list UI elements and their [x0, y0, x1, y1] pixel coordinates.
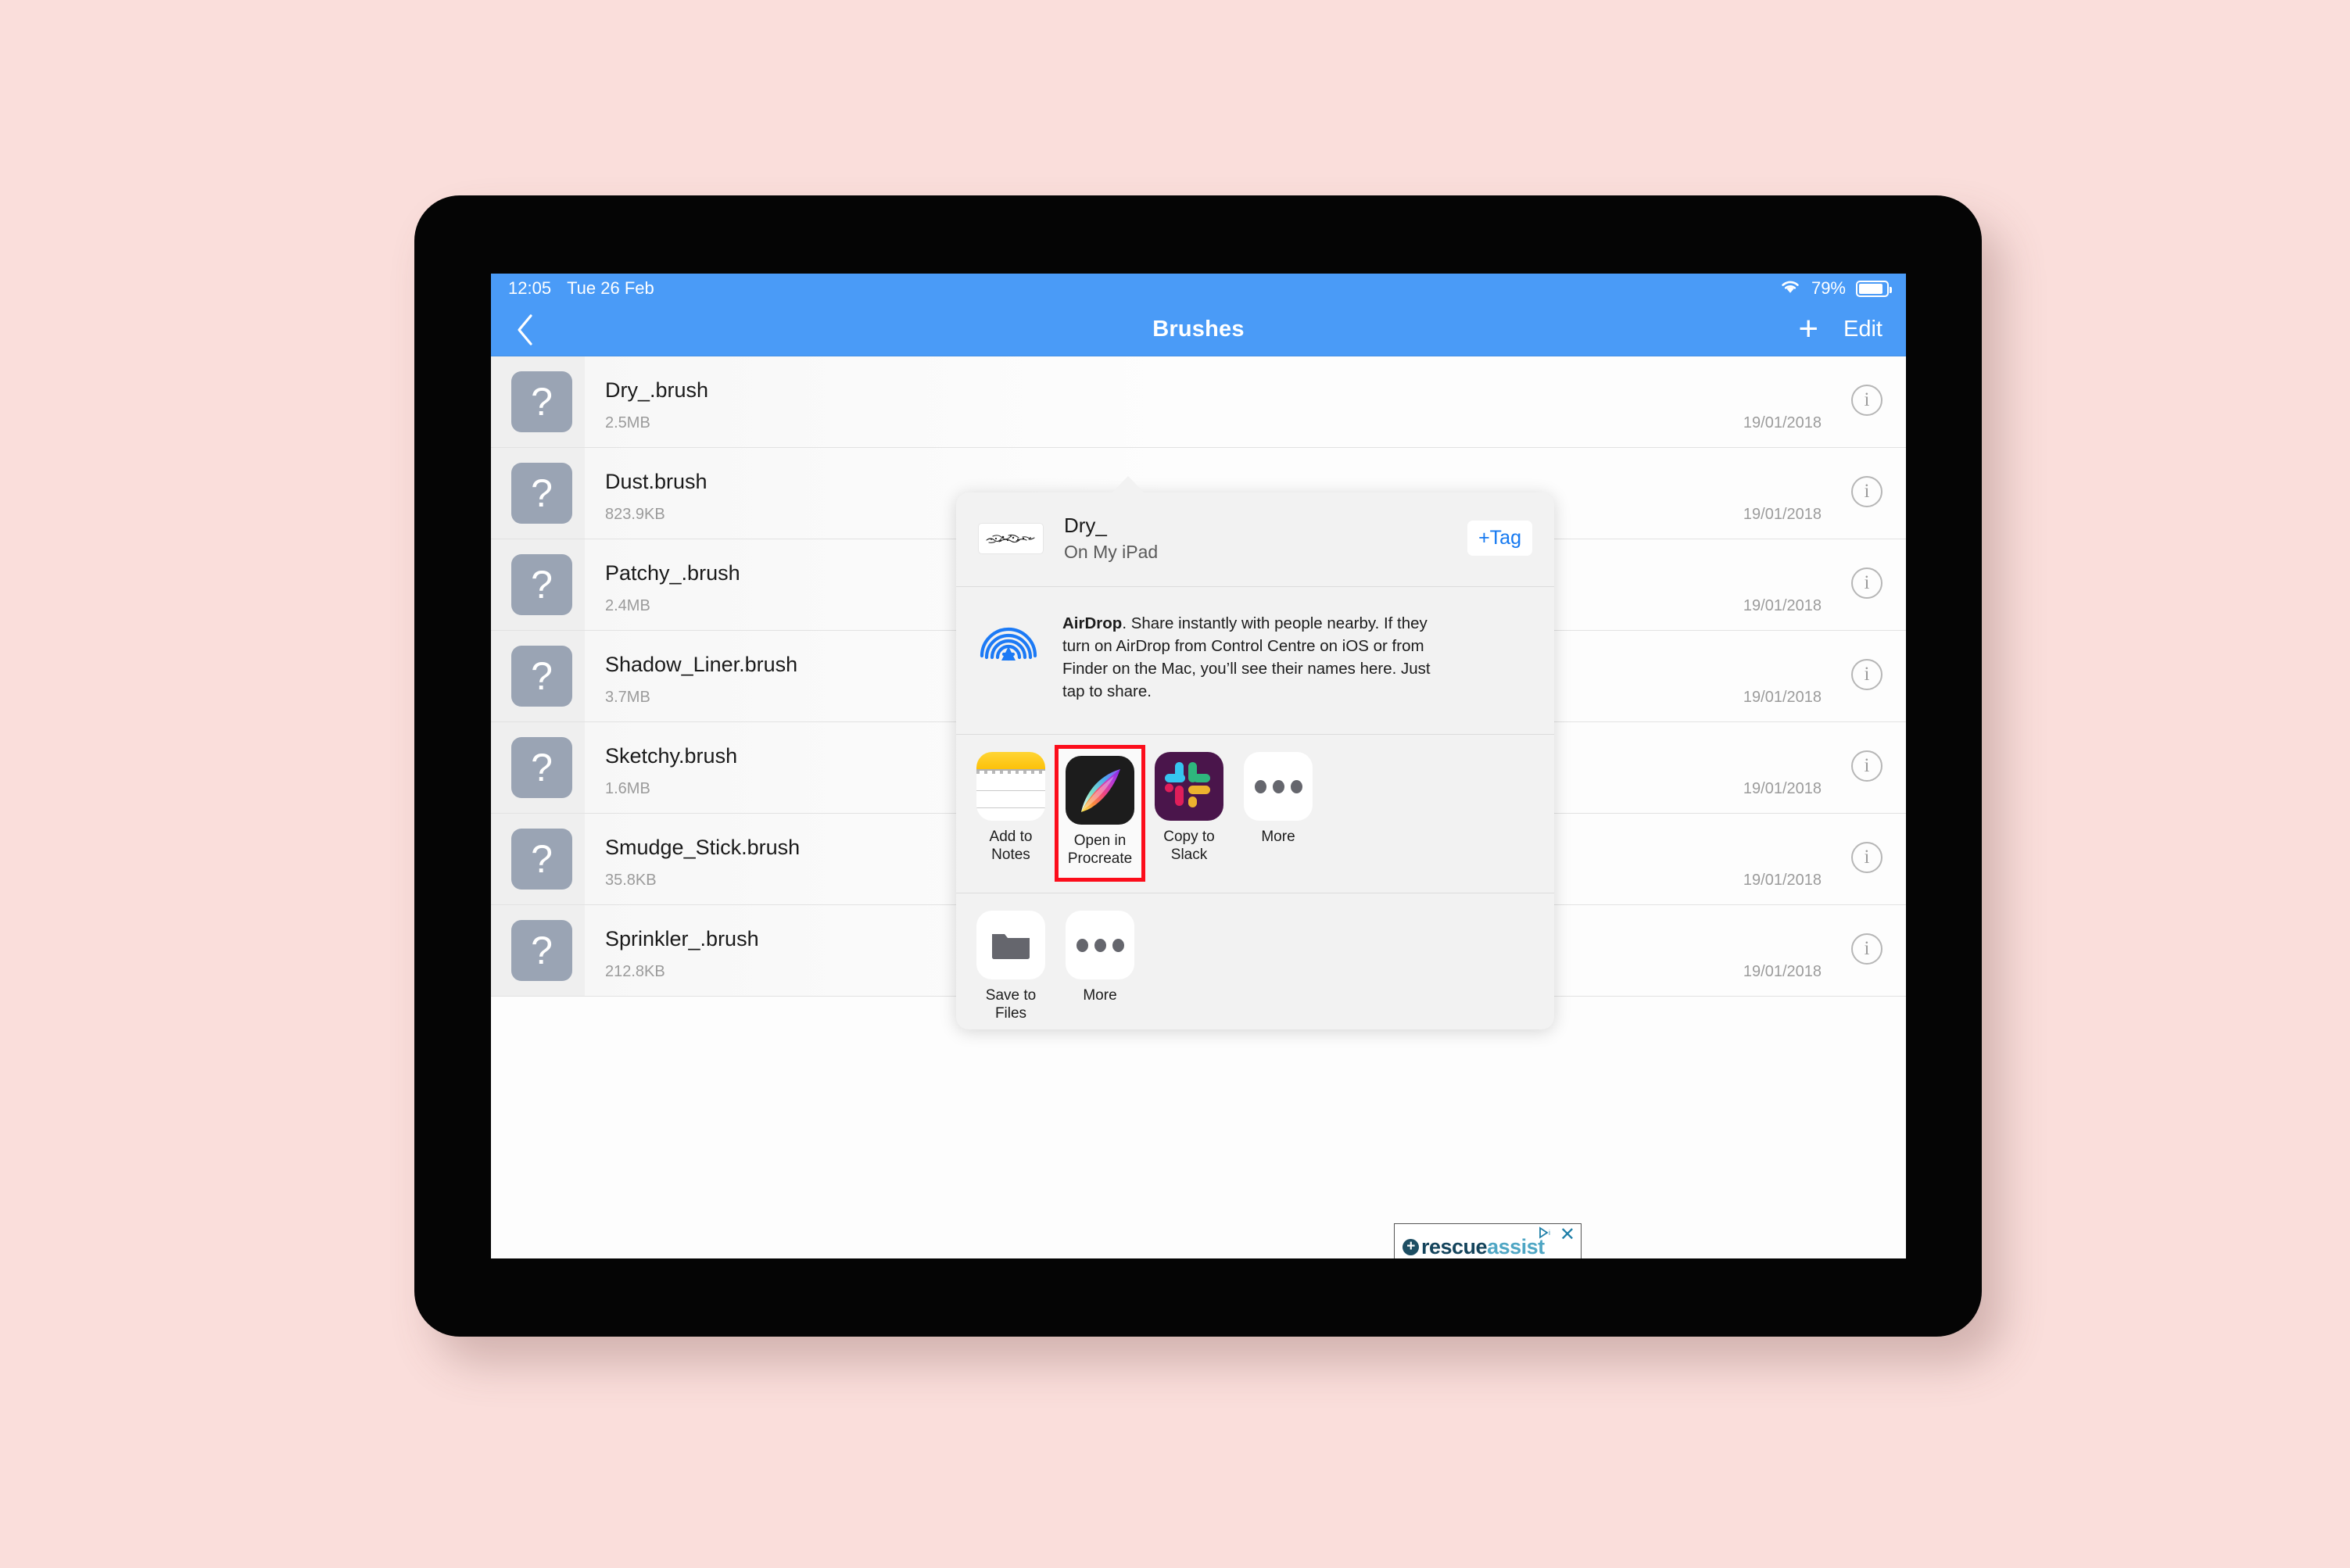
svg-text:i: i	[1549, 1229, 1550, 1237]
share-action-label: Open in Procreate	[1067, 832, 1133, 868]
file-thumbnail-icon: ?	[511, 463, 572, 524]
add-tag-button[interactable]: +Tag	[1467, 521, 1532, 556]
file-name: Sprinkler_.brush	[605, 927, 759, 950]
edit-button[interactable]: Edit	[1843, 317, 1883, 342]
file-size: 2.4MB	[605, 597, 650, 614]
file-thumbnail-icon: ?	[511, 737, 572, 798]
shared-document-location: On My iPad	[1064, 542, 1159, 562]
more-dots-icon	[1066, 911, 1134, 980]
page-title: Brushes	[1152, 317, 1245, 342]
share-action-more[interactable]: More	[1066, 911, 1134, 1023]
share-action-label: Add to Notes	[989, 829, 1033, 864]
table-row[interactable]: ? Dry_.brush 2.5MB 19/01/2018 i	[491, 356, 1906, 448]
ipad-screen: 12:05 Tue 26 Feb 79% Brushes + Edit ? Dr…	[491, 274, 1906, 1258]
add-button[interactable]: +	[1798, 312, 1818, 346]
file-size: 35.8KB	[605, 872, 657, 889]
advertisement-banner[interactable]: + rescue assist i ✕	[1394, 1223, 1582, 1258]
share-action-save-to-files[interactable]: Save to Files	[976, 911, 1045, 1023]
share-action-label: Copy to Slack	[1163, 829, 1215, 864]
shared-document-title: Dry_	[1064, 514, 1107, 537]
file-size: 823.9KB	[605, 506, 665, 523]
procreate-icon	[1066, 756, 1134, 825]
airdrop-icon	[978, 612, 1039, 677]
status-time: 12:05	[508, 278, 552, 298]
airdrop-name: AirDrop	[1062, 614, 1123, 632]
file-name: Dust.brush	[605, 470, 708, 493]
popover-arrow	[1111, 476, 1145, 494]
share-action-label: More	[1261, 829, 1295, 846]
ad-brand-secondary: assist	[1487, 1235, 1545, 1258]
ipad-device: 12:05 Tue 26 Feb 79% Brushes + Edit ? Dr…	[414, 195, 1982, 1337]
ad-brand-logo: + rescue assist	[1395, 1235, 1545, 1258]
ad-plus-icon: +	[1402, 1239, 1419, 1255]
info-button[interactable]: i	[1851, 567, 1883, 599]
battery-percent-label: 79%	[1811, 278, 1846, 298]
share-action-label: More	[1083, 987, 1117, 1004]
chevron-left-icon[interactable]	[514, 313, 535, 347]
share-actions-row: Save to Files More	[956, 893, 1554, 1029]
file-date: 19/01/2018	[1743, 414, 1822, 431]
battery-icon	[1856, 280, 1892, 297]
navigation-bar: Brushes + Edit	[491, 303, 1906, 356]
file-thumbnail-icon: ?	[511, 920, 572, 981]
file-thumbnail-icon: ?	[511, 646, 572, 707]
info-button[interactable]: i	[1851, 750, 1883, 782]
file-size: 1.6MB	[605, 780, 650, 797]
status-date: Tue 26 Feb	[567, 278, 654, 298]
folder-icon	[976, 911, 1045, 980]
share-app-actions-row: Add to Notes Open in Procreate Copy to Sla…	[956, 735, 1554, 894]
status-bar: 12:05 Tue 26 Feb 79%	[491, 274, 1906, 303]
slack-icon	[1155, 752, 1223, 822]
wifi-icon	[1779, 278, 1801, 299]
file-size: 2.5MB	[605, 414, 650, 431]
share-action-open-in-procreate[interactable]: Open in Procreate	[1055, 745, 1145, 882]
file-name: Shadow_Liner.brush	[605, 653, 798, 676]
file-date: 19/01/2018	[1743, 872, 1822, 889]
file-date: 19/01/2018	[1743, 506, 1822, 523]
info-button[interactable]: i	[1851, 933, 1883, 965]
file-date: 19/01/2018	[1743, 963, 1822, 980]
airdrop-section[interactable]: AirDrop. Share instantly with people nea…	[956, 587, 1554, 736]
share-action-copy-to-slack[interactable]: Copy to Slack	[1155, 752, 1223, 872]
file-size: 212.8KB	[605, 963, 665, 980]
share-action-label: Save to Files	[985, 987, 1037, 1022]
brush-stroke-thumbnail	[978, 522, 1044, 554]
file-date: 19/01/2018	[1743, 780, 1822, 797]
info-button[interactable]: i	[1851, 385, 1883, 416]
file-thumbnail-icon: ?	[511, 554, 572, 615]
file-date: 19/01/2018	[1743, 597, 1822, 614]
file-name: Patchy_.brush	[605, 561, 740, 585]
file-name: Smudge_Stick.brush	[605, 836, 801, 859]
share-action-add-to-notes[interactable]: Add to Notes	[976, 752, 1045, 872]
file-thumbnail-icon: ?	[511, 829, 572, 890]
file-thumbnail-icon: ?	[511, 371, 572, 432]
share-sheet-header: Dry_ On My iPad +Tag	[956, 492, 1554, 587]
airdrop-description: AirDrop. Share instantly with people nea…	[1062, 612, 1453, 703]
file-size: 3.7MB	[605, 689, 650, 706]
share-sheet-popover: Dry_ On My iPad +Tag AirDrop. Share inst…	[956, 492, 1554, 1029]
more-dots-icon	[1244, 752, 1313, 822]
file-name: Sketchy.brush	[605, 744, 738, 768]
share-action-more[interactable]: More	[1244, 752, 1313, 872]
ad-brand-primary: rescue	[1421, 1235, 1488, 1258]
file-name: Dry_.brush	[605, 378, 709, 402]
close-icon[interactable]: ✕	[1560, 1226, 1575, 1244]
info-button[interactable]: i	[1851, 659, 1883, 690]
notes-icon	[976, 752, 1045, 822]
file-date: 19/01/2018	[1743, 689, 1822, 706]
info-button[interactable]: i	[1851, 476, 1883, 507]
adchoices-icon[interactable]: i	[1539, 1226, 1556, 1243]
info-button[interactable]: i	[1851, 842, 1883, 873]
